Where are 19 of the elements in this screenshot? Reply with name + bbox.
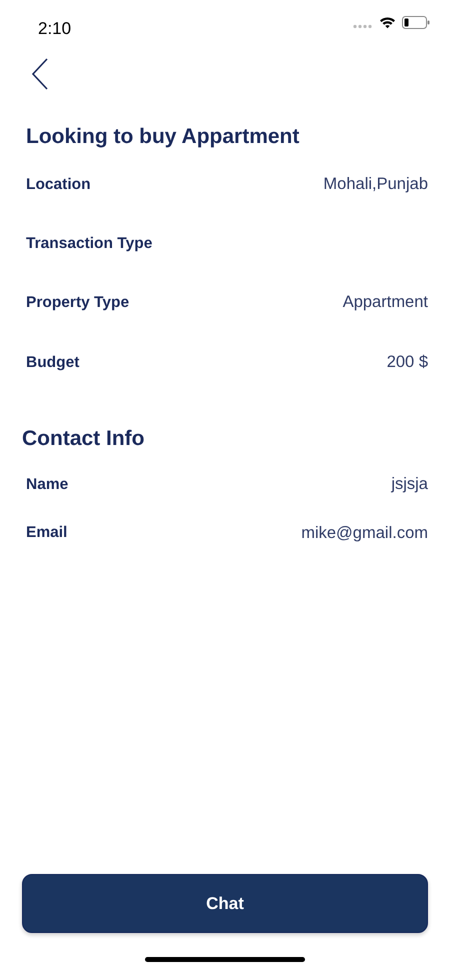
field-label: Name (26, 474, 68, 495)
field-label: Property Type (26, 292, 130, 313)
status-time: 2:10 (38, 18, 72, 40)
wifi-icon (379, 16, 396, 29)
field-label: Transaction Type (26, 234, 152, 254)
field-value: jsjsja (391, 474, 428, 495)
field-value: 200 $ (386, 352, 428, 373)
back-button[interactable] (30, 58, 50, 90)
field-label: Budget (26, 352, 80, 373)
signal-icon (353, 24, 373, 29)
field-label: Location (26, 174, 91, 195)
section-title: Looking to buy Appartment (25, 124, 300, 150)
field-value: Appartment (342, 292, 428, 314)
battery-icon (402, 16, 430, 29)
field-value: mike@gmail.com (301, 522, 428, 544)
field-value: Mohali,Punjab (323, 174, 428, 196)
field-label: Email (26, 523, 68, 544)
chat-button[interactable]: Chat (22, 874, 428, 933)
section-title: Contact Info (21, 426, 146, 451)
